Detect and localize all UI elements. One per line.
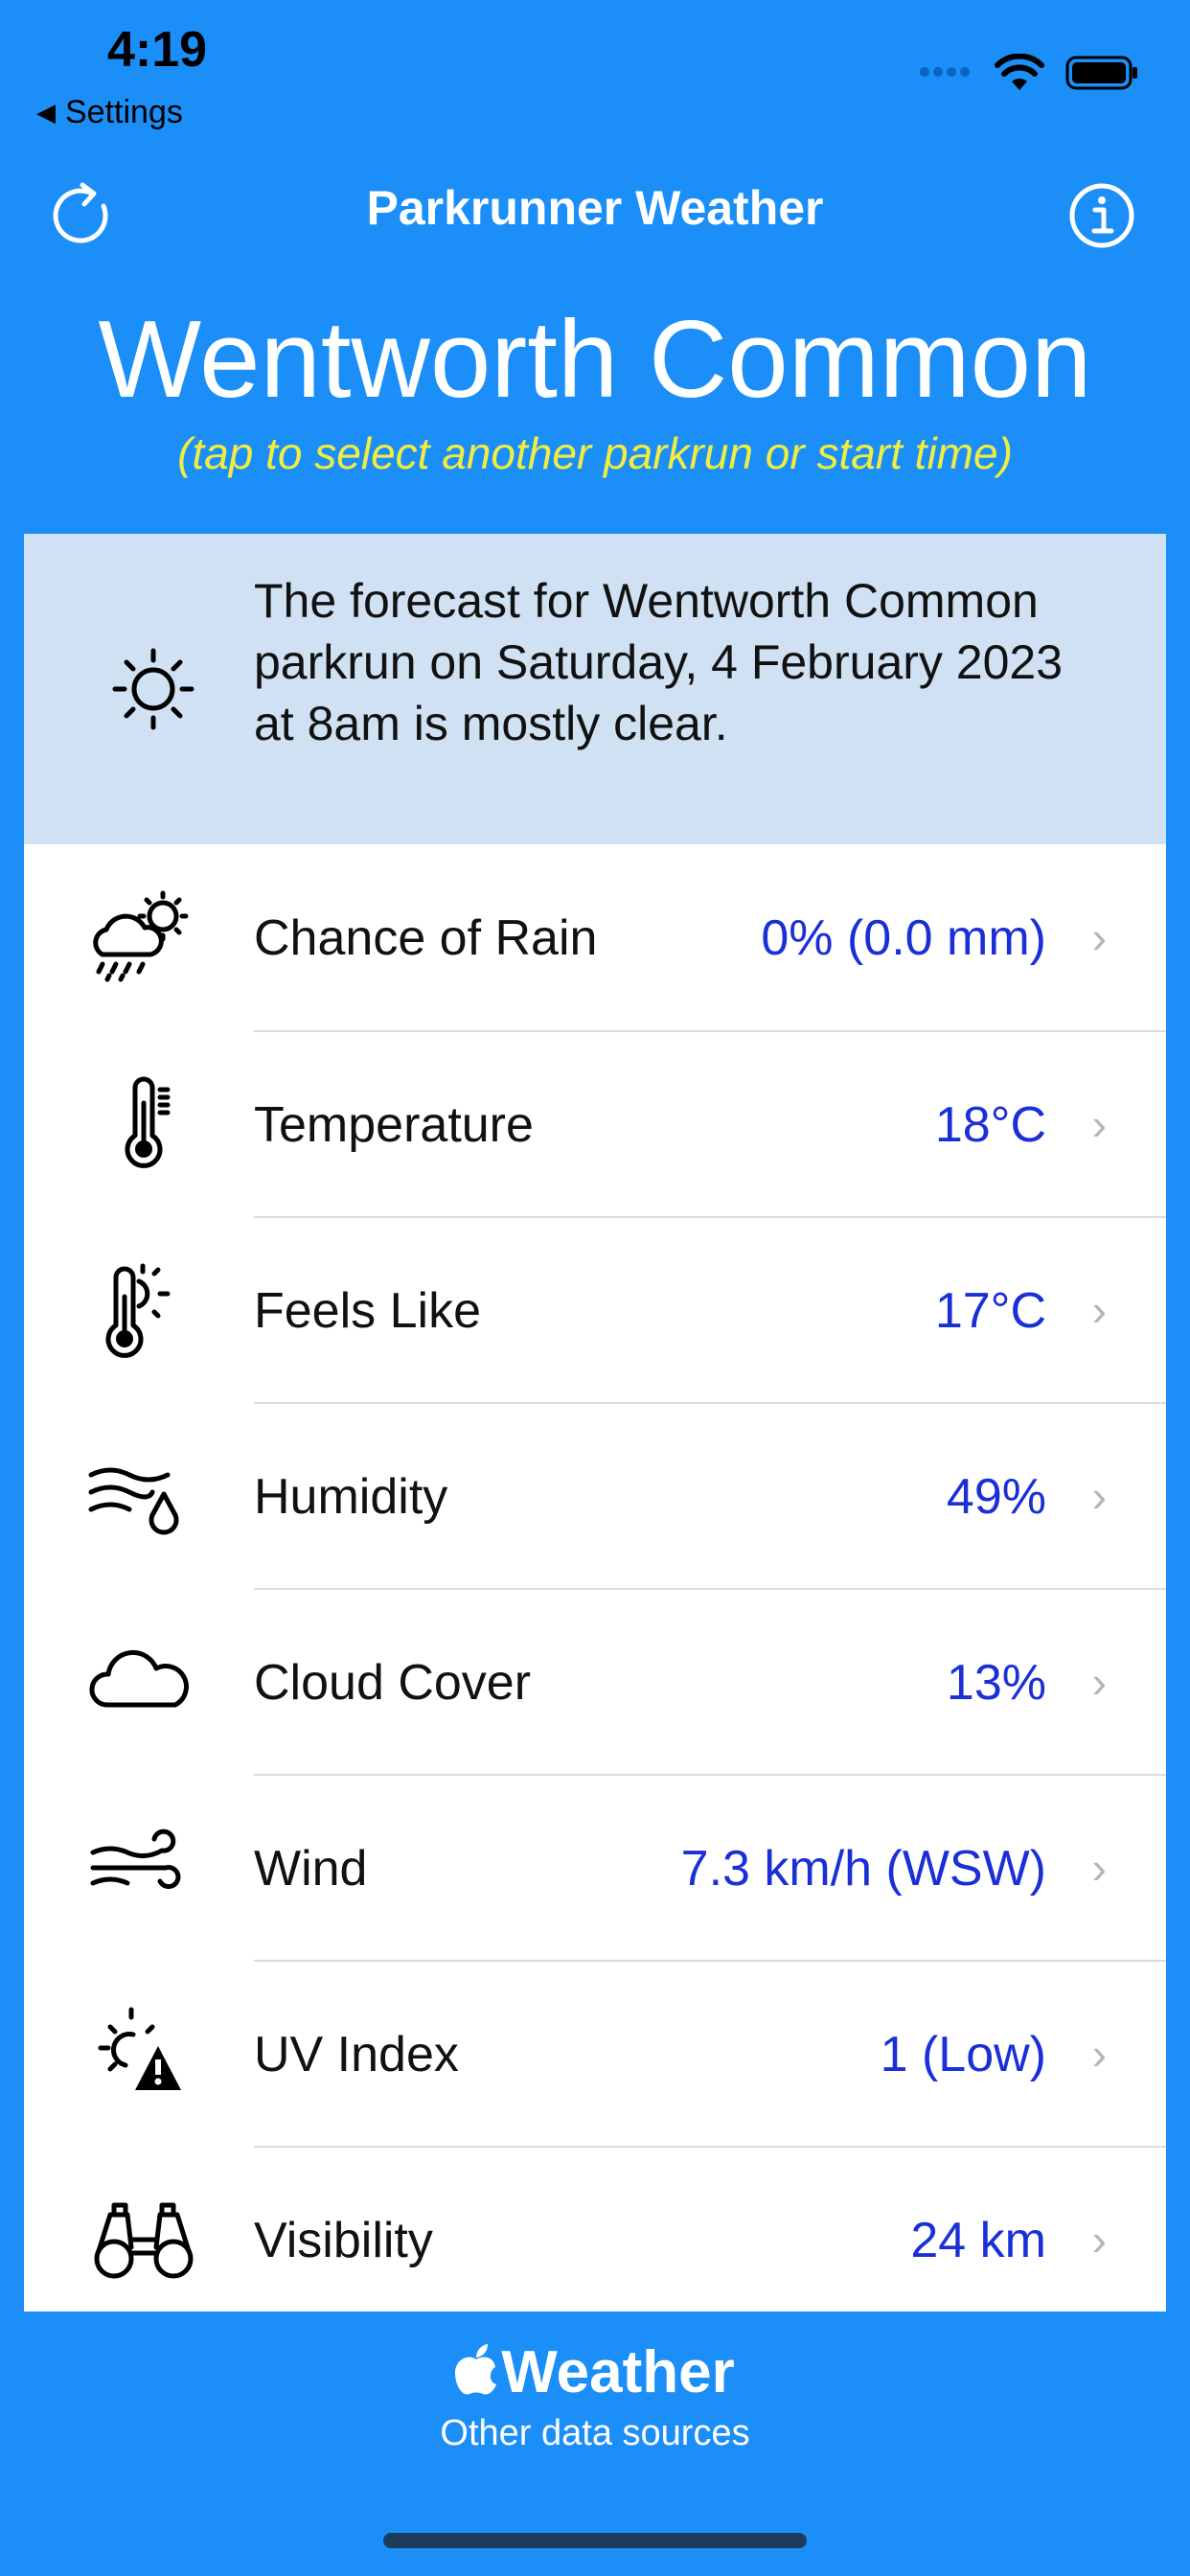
app-title: Parkrunner Weather bbox=[366, 181, 824, 235]
row-label: Feels Like bbox=[254, 1283, 481, 1339]
chevron-right-icon: › bbox=[1091, 1657, 1107, 1707]
sun-cloud-rain-icon bbox=[93, 890, 189, 982]
cellular-signal-icon bbox=[920, 64, 973, 81]
row-label: Wind bbox=[254, 1841, 368, 1897]
row-cloud-cover[interactable]: Cloud Cover 13% › bbox=[24, 1589, 1166, 1775]
row-chance-of-rain[interactable]: Chance of Rain 0% (0.0 mm) › bbox=[24, 844, 1166, 1030]
weather-brand-label: Weather bbox=[501, 2339, 735, 2405]
thermometer-sun-icon bbox=[105, 1263, 171, 1358]
row-feels-like[interactable]: Feels Like 17°C › bbox=[24, 1217, 1166, 1403]
battery-icon bbox=[1065, 56, 1137, 90]
apple-logo-icon bbox=[455, 2344, 497, 2395]
thermometer-icon bbox=[125, 1076, 171, 1168]
row-value: 24 km bbox=[910, 2213, 1046, 2268]
row-label: UV Index bbox=[254, 2027, 459, 2082]
chevron-right-icon: › bbox=[1091, 1099, 1107, 1149]
row-temperature[interactable]: Temperature 18°C › bbox=[24, 1031, 1166, 1217]
row-visibility[interactable]: Visibility 24 km › bbox=[24, 2147, 1166, 2312]
forecast-summary: The forecast for Wentworth Common parkru… bbox=[24, 534, 1166, 844]
sun-icon bbox=[112, 648, 195, 730]
forecast-card: The forecast for Wentworth Common parkru… bbox=[24, 534, 1166, 2312]
forecast-summary-text: The forecast for Wentworth Common parkru… bbox=[254, 574, 1064, 750]
wind-icon bbox=[90, 1828, 181, 1890]
row-value: 0% (0.0 mm) bbox=[761, 910, 1046, 966]
location-select-hint[interactable]: (tap to select another parkrun or start … bbox=[0, 427, 1190, 479]
row-label: Cloud Cover bbox=[254, 1655, 532, 1711]
row-value: 13% bbox=[946, 1655, 1046, 1711]
row-label: Temperature bbox=[254, 1097, 534, 1153]
wifi-icon bbox=[995, 54, 1044, 90]
parkrun-location-title[interactable]: Wentworth Common bbox=[0, 297, 1190, 423]
binoculars-icon bbox=[94, 2202, 194, 2279]
row-uv-index[interactable]: UV Index 1 (Low) › bbox=[24, 1961, 1166, 2147]
row-wind[interactable]: Wind 7.3 km/h (WSW) › bbox=[24, 1775, 1166, 1961]
row-label: Visibility bbox=[254, 2213, 433, 2268]
status-indicators bbox=[920, 54, 1140, 92]
cloud-icon bbox=[89, 1649, 189, 1708]
row-label: Humidity bbox=[254, 1469, 448, 1525]
row-value: 49% bbox=[946, 1469, 1046, 1525]
row-label: Chance of Rain bbox=[254, 910, 598, 966]
chevron-right-icon: › bbox=[1091, 1285, 1107, 1335]
chevron-right-icon: › bbox=[1091, 912, 1107, 962]
uv-warning-icon bbox=[98, 2007, 181, 2090]
chevron-right-icon: › bbox=[1091, 1471, 1107, 1521]
other-data-sources-link[interactable]: Other data sources bbox=[0, 2413, 1190, 2454]
status-time: 4:19 bbox=[107, 22, 208, 78]
row-value: 7.3 km/h (WSW) bbox=[680, 1841, 1046, 1897]
row-value: 1 (Low) bbox=[880, 2027, 1046, 2082]
back-arrow-icon: ◀ bbox=[36, 98, 56, 126]
chevron-right-icon: › bbox=[1091, 2029, 1107, 2079]
home-indicator[interactable] bbox=[383, 2533, 807, 2548]
humidity-icon bbox=[88, 1467, 179, 1535]
row-humidity[interactable]: Humidity 49% › bbox=[24, 1403, 1166, 1589]
weather-attribution[interactable]: Weather bbox=[0, 2338, 1190, 2406]
row-value: 18°C bbox=[934, 1097, 1046, 1153]
back-label: Settings bbox=[65, 94, 183, 130]
chevron-right-icon: › bbox=[1091, 2215, 1107, 2265]
back-to-settings[interactable]: ◀ Settings bbox=[36, 94, 183, 131]
chevron-right-icon: › bbox=[1091, 1843, 1107, 1893]
info-icon[interactable] bbox=[1064, 177, 1140, 254]
row-value: 17°C bbox=[934, 1283, 1046, 1339]
